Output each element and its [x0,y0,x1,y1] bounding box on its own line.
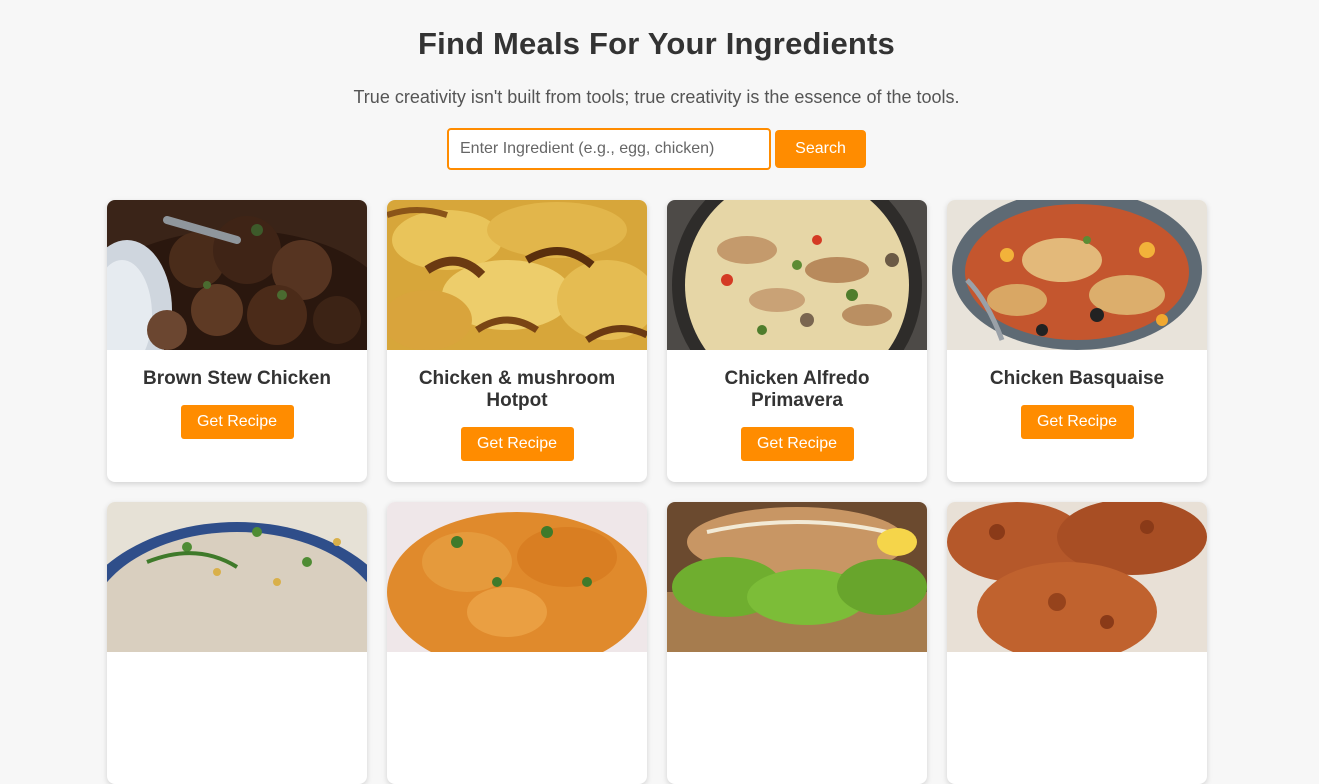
tagline: True creativity isn't built from tools; … [353,87,960,107]
meal-title [123,670,351,692]
meal-card [387,502,647,784]
meal-title: Chicken Alfredo Primavera [724,368,870,411]
page-title: Find Meals For Your Ingredients [418,26,895,61]
meal-title: Chicken Basquaise [989,368,1165,389]
meal-image[interactable] [667,200,927,350]
meal-image[interactable] [947,502,1207,652]
get-recipe-button[interactable]: Get Recipe [180,405,294,439]
meal-card: Chicken Basquaise Get Recipe [947,200,1207,482]
meal-image[interactable] [387,502,647,652]
meal-title: Chicken & mushroom Hotpot [418,368,616,411]
meal-title [963,670,1191,692]
meal-card [107,502,367,784]
meal-image[interactable] [107,502,367,652]
ingredient-search-input[interactable] [447,128,771,170]
search-button[interactable]: Search [775,130,866,168]
get-recipe-button[interactable]: Get Recipe [1020,405,1134,439]
meal-title [683,670,911,692]
meal-card: Chicken & mushroom Hotpot Get Recipe [387,200,647,482]
meal-image[interactable] [667,502,927,652]
get-recipe-button[interactable]: Get Recipe [460,427,574,461]
meal-image[interactable] [947,200,1207,350]
meal-image[interactable] [107,200,367,350]
meal-card [947,502,1207,784]
meal-image[interactable] [387,200,647,350]
meal-card: Brown Stew Chicken Get Recipe [107,200,367,482]
meal-card [667,502,927,784]
get-recipe-button[interactable]: Get Recipe [740,427,854,461]
meal-card: Chicken Alfredo Primavera Get Recipe [667,200,927,482]
meal-title: Brown Stew Chicken [143,368,331,389]
meal-title [403,670,631,692]
